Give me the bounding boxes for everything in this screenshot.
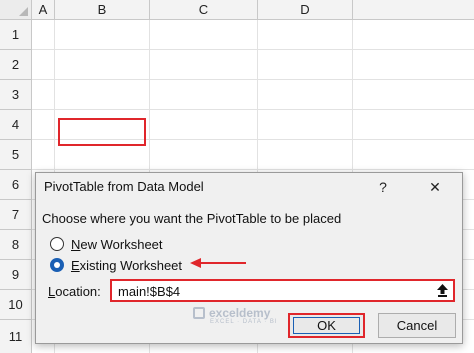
- column-header-b[interactable]: B: [55, 0, 150, 20]
- select-all-triangle-icon: [19, 7, 28, 16]
- existing-worksheet-option[interactable]: Existing Worksheet: [50, 256, 182, 274]
- row-header-7[interactable]: 7: [0, 200, 32, 230]
- column-header-d[interactable]: D: [258, 0, 353, 20]
- ok-button[interactable]: OK: [288, 313, 365, 338]
- row-header-8[interactable]: 8: [0, 230, 32, 260]
- dialog-title: PivotTable from Data Model: [44, 179, 204, 194]
- grid-line: [32, 169, 474, 170]
- location-input[interactable]: main!$B$4: [110, 279, 455, 302]
- row-header-5[interactable]: 5: [0, 140, 32, 170]
- watermark-name: exceldemy: [209, 306, 271, 320]
- existing-worksheet-label[interactable]: Existing Worksheet: [71, 258, 182, 273]
- watermark: exceldemy EXCEL · DATA · BI: [193, 306, 277, 325]
- new-worksheet-label[interactable]: New Worksheet: [71, 237, 163, 252]
- column-header-c[interactable]: C: [150, 0, 258, 20]
- upload-arrow-icon[interactable]: [434, 283, 451, 298]
- row-header-3[interactable]: 3: [0, 80, 32, 110]
- watermark-logo-icon: [193, 307, 205, 319]
- location-value: main!$B$4: [118, 284, 181, 299]
- new-worksheet-option[interactable]: New Worksheet: [50, 235, 163, 253]
- existing-worksheet-radio[interactable]: [50, 258, 64, 272]
- row-header-4[interactable]: 4: [0, 110, 32, 140]
- placement-prompt: Choose where you want the PivotTable to …: [42, 211, 342, 226]
- close-icon[interactable]: ✕: [424, 176, 446, 198]
- location-label: Location:: [48, 284, 101, 299]
- row-header-10[interactable]: 10: [0, 290, 32, 320]
- new-worksheet-radio[interactable]: [50, 237, 64, 251]
- pivottable-dialog: PivotTable from Data Model ? ✕ Choose wh…: [35, 172, 463, 344]
- dialog-title-bar[interactable]: PivotTable from Data Model ? ✕: [36, 173, 462, 201]
- grid-line: [32, 79, 474, 80]
- row-header-2[interactable]: 2: [0, 50, 32, 80]
- column-header-a[interactable]: A: [32, 0, 55, 20]
- ok-button-label: OK: [293, 317, 360, 334]
- watermark-tagline: EXCEL · DATA · BI: [210, 319, 278, 325]
- grid-line: [32, 109, 474, 110]
- annotation-arrow-icon: [190, 258, 246, 268]
- row-header-11[interactable]: 11: [0, 320, 32, 353]
- grid-line: [32, 49, 474, 50]
- cell-b4-highlight[interactable]: [58, 118, 146, 146]
- help-button[interactable]: ?: [372, 176, 394, 198]
- row-header-1[interactable]: 1: [0, 20, 32, 50]
- column-header-e[interactable]: [353, 0, 474, 20]
- row-header-6[interactable]: 6: [0, 170, 32, 200]
- select-all-corner[interactable]: [0, 0, 32, 20]
- cancel-button[interactable]: Cancel: [378, 313, 456, 338]
- row-header-9[interactable]: 9: [0, 260, 32, 290]
